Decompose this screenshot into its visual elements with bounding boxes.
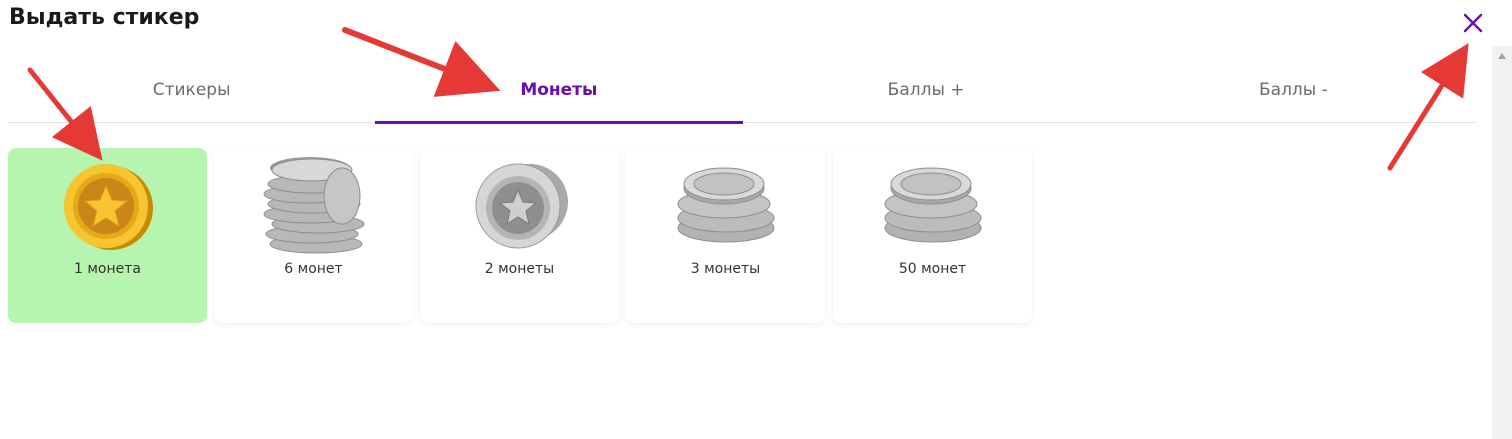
close-button[interactable]	[1460, 10, 1486, 36]
tab-bar: Стикеры Монеты Баллы + Баллы -	[8, 60, 1477, 124]
coin-card-1[interactable]: 1 монета	[8, 148, 207, 323]
silver-coin-stack-icon	[884, 167, 981, 243]
tab-stickers[interactable]: Стикеры	[8, 60, 375, 122]
coin-label: 6 монет	[284, 261, 343, 277]
coin-card-3[interactable]: 2 монеты	[420, 148, 619, 323]
coin-label: 50 монет	[898, 261, 967, 277]
dialog-title: Выдать стикер	[9, 5, 200, 30]
scroll-up-button[interactable]	[1492, 46, 1512, 66]
silver-coin-star-icon	[475, 163, 568, 249]
close-icon	[1463, 13, 1483, 33]
tab-points-plus[interactable]: Баллы +	[743, 60, 1110, 122]
coin-card-4[interactable]: 3 монеты	[626, 148, 825, 323]
coin-card-5[interactable]: 50 монет	[833, 148, 1032, 323]
tab-points-minus[interactable]: Баллы -	[1110, 60, 1477, 122]
coin-label: 2 монеты	[484, 261, 555, 277]
gold-coin-star-icon	[63, 164, 153, 250]
coin-label: 1 монета	[74, 261, 141, 277]
coin-card-2[interactable]: 6 монет	[214, 148, 413, 323]
tab-coins[interactable]: Монеты	[375, 60, 743, 124]
scrollbar[interactable]	[1492, 46, 1512, 439]
silver-coin-stack-tall-icon	[263, 157, 364, 254]
coin-label: 3 монеты	[690, 261, 761, 277]
chevron-up-icon	[1498, 53, 1506, 59]
silver-coin-stack-icon	[677, 167, 774, 243]
